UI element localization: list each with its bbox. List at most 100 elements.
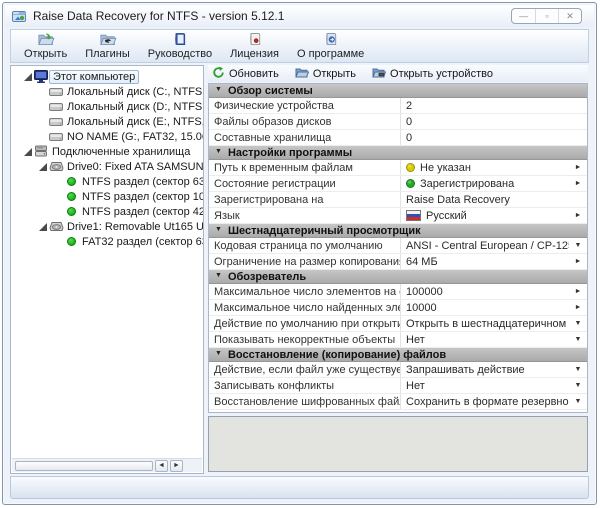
property-value: 10000 — [406, 301, 437, 314]
expander-icon[interactable] — [23, 147, 33, 157]
property-row[interactable]: Ограничение на размер копирования 64 МБ ► — [209, 254, 587, 270]
tree-item[interactable]: Drive1: Removable Ut165 USB USB2Flash — [11, 219, 203, 234]
property-value: Запрашивать действие — [406, 363, 525, 376]
status-bullet-icon — [406, 179, 415, 188]
about-button[interactable]: О программе — [288, 31, 373, 61]
tree-horizontal-scrollbar[interactable]: ◄ ► — [12, 458, 202, 472]
property-label: Записывать конфликты — [209, 378, 401, 393]
dropdown-arrow-icon[interactable]: ▼ — [569, 242, 587, 249]
dropdown-arrow-icon[interactable]: ▼ — [569, 366, 587, 373]
property-row[interactable]: Кодовая страница по умолчанию ANSI - Cent… — [209, 238, 587, 254]
property-value: Нет — [406, 333, 425, 346]
edit-arrow-icon[interactable]: ► — [569, 304, 587, 311]
russian-flag-icon — [406, 210, 421, 221]
collapse-icon: ▼ — [215, 350, 222, 357]
main-toolbar: Открыть Плагины Руководство Лицензия О п… — [10, 29, 589, 63]
partition-status-icon — [66, 237, 76, 246]
property-row[interactable]: Максимальное число элементов на странице… — [209, 284, 587, 300]
tree-item[interactable]: NO NAME (G:, FAT32, 15.06ГБ) — [11, 129, 203, 144]
property-label: Файлы образов дисков — [209, 114, 401, 129]
property-row[interactable]: Язык Русский ► — [209, 208, 587, 224]
manual-button[interactable]: Руководство — [139, 31, 221, 61]
edit-arrow-icon[interactable]: ► — [569, 288, 587, 295]
section-header[interactable]: ▼ Обзор системы — [209, 84, 587, 98]
section-header[interactable]: ▼ Шестнадцатеричный просмотрщик — [209, 224, 587, 238]
tree-item[interactable]: Подключенные хранилища — [11, 144, 203, 159]
connected-storages-icon — [35, 145, 47, 157]
section-header[interactable]: ▼ Обозреватель — [209, 270, 587, 284]
property-value: 100000 — [406, 285, 443, 298]
tree-item-label: NO NAME (G:, FAT32, 15.06ГБ) — [67, 130, 203, 143]
property-row[interactable]: Состояние регистрации Зарегистрирована ► — [209, 176, 587, 192]
tree-item[interactable]: Drive0: Fixed ATA SAMSUNG HD321KJ — [11, 159, 203, 174]
edit-arrow-icon[interactable]: ► — [569, 164, 587, 171]
scrollbar-thumb[interactable] — [15, 460, 153, 471]
edit-arrow-icon[interactable]: ► — [569, 258, 587, 265]
section-title: Шестнадцатеричный просмотрщик — [227, 224, 421, 237]
window-controls: — ▫ ✕ — [511, 8, 582, 24]
license-button[interactable]: Лицензия — [221, 31, 288, 61]
tree-item[interactable]: NTFS раздел (сектор 63, 50.69ГБ) — [11, 174, 203, 189]
dropdown-arrow-icon[interactable]: ▼ — [569, 382, 587, 389]
description-panel — [208, 416, 588, 472]
property-row[interactable]: Действие, если файл уже существует Запраш… — [209, 362, 587, 378]
tree-item[interactable]: FAT32 раздел (сектор 63, 15.06ГБ) — [11, 234, 203, 249]
tree-item[interactable]: Этот компьютер — [11, 69, 203, 84]
section-header[interactable]: ▼ Восстановление (копирование) файлов — [209, 348, 587, 362]
edit-arrow-icon[interactable]: ► — [569, 180, 587, 187]
property-row[interactable]: Путь к временным файлам Не указан ► — [209, 160, 587, 176]
tree-item-label: Этот компьютер — [49, 69, 140, 84]
property-row[interactable]: Действие по умолчанию при открытии файла… — [209, 316, 587, 332]
dropdown-arrow-icon[interactable]: ▼ — [569, 320, 587, 327]
open-folder-icon — [295, 68, 310, 77]
tree-item[interactable]: NTFS раздел (сектор 106318233, 149. — [11, 189, 203, 204]
refresh-button[interactable]: Обновить — [212, 66, 279, 82]
section-header[interactable]: ▼ Настройки программы — [209, 146, 587, 160]
dropdown-arrow-icon[interactable]: ▼ — [569, 336, 587, 343]
property-label: Действие, если файл уже существует — [209, 362, 401, 377]
tree-item[interactable]: NTFS раздел (сектор 420340788, 97.6 — [11, 204, 203, 219]
maximize-button[interactable]: ▫ — [535, 9, 558, 23]
open-device-button[interactable]: Открыть устройство — [372, 67, 493, 81]
property-value: 0 — [406, 115, 413, 128]
property-label: Максимальное число элементов на странице — [209, 284, 401, 299]
scroll-left-button[interactable]: ◄ — [155, 459, 168, 472]
edit-arrow-icon[interactable]: ► — [569, 212, 587, 219]
expander-icon[interactable] — [38, 162, 48, 172]
property-value: Открыть в шестнадцатеричном просмотрщик — [406, 317, 569, 330]
open-button[interactable]: Открыть — [15, 31, 76, 61]
property-row[interactable]: Составные хранилища 0 — [209, 130, 587, 146]
minimize-button[interactable]: — — [512, 9, 535, 23]
close-button[interactable]: ✕ — [558, 9, 581, 23]
tree-item[interactable]: Локальный диск (C:, NTFS, 50.69ГБ) — [11, 84, 203, 99]
tree-item-label: Drive1: Removable Ut165 USB USB2Flash — [67, 220, 203, 233]
property-row[interactable]: Зарегистрирована на Raise Data Recovery — [209, 192, 587, 208]
partition-status-icon — [66, 207, 76, 216]
tree-item[interactable]: Локальный диск (E:, NTFS, 97.65ГБ) — [11, 114, 203, 129]
property-row[interactable]: Показывать некорректные объекты Нет ▼ — [209, 332, 587, 348]
open-store-button[interactable]: Открыть — [295, 67, 356, 81]
property-row[interactable]: Физические устройства 2 — [209, 98, 587, 114]
tree-item-label: Локальный диск (C:, NTFS, 50.69ГБ) — [67, 85, 203, 98]
property-row[interactable]: Максимальное число найденных элементов в… — [209, 300, 587, 316]
tree-item[interactable]: Локальный диск (D:, NTFS, 149.73ГБ) — [11, 99, 203, 114]
property-row[interactable]: Файлы образов дисков 0 — [209, 114, 587, 130]
section-title: Настройки программы — [227, 146, 353, 159]
property-label: Язык — [209, 208, 401, 223]
property-row[interactable]: Записывать конфликты Нет ▼ — [209, 378, 587, 394]
right-pane: Обновить Открыть Открыть устройство ▼ Обзор… — [208, 65, 588, 474]
local-disk-icon — [49, 87, 63, 96]
tree-item-label: Подключенные хранилища — [52, 145, 191, 158]
expander-icon[interactable] — [38, 222, 48, 232]
toolbar-item-label: Открыть — [312, 67, 357, 80]
property-label: Кодовая страница по умолчанию — [209, 238, 401, 253]
scroll-right-button[interactable]: ► — [170, 459, 183, 472]
property-label: Восстановление шифрованных файлов на NTF… — [209, 394, 401, 409]
property-label: Ограничение на размер копирования — [209, 254, 401, 269]
property-row[interactable]: Восстановление шифрованных файлов на NTF… — [209, 394, 587, 410]
expander-icon[interactable] — [23, 72, 33, 82]
plugins-button[interactable]: Плагины — [76, 31, 139, 61]
dropdown-arrow-icon[interactable]: ▼ — [569, 398, 587, 405]
toolbar-button-label: О программе — [296, 48, 365, 60]
title-bar[interactable]: Raise Data Recovery for NTFS - version 5… — [5, 5, 594, 27]
